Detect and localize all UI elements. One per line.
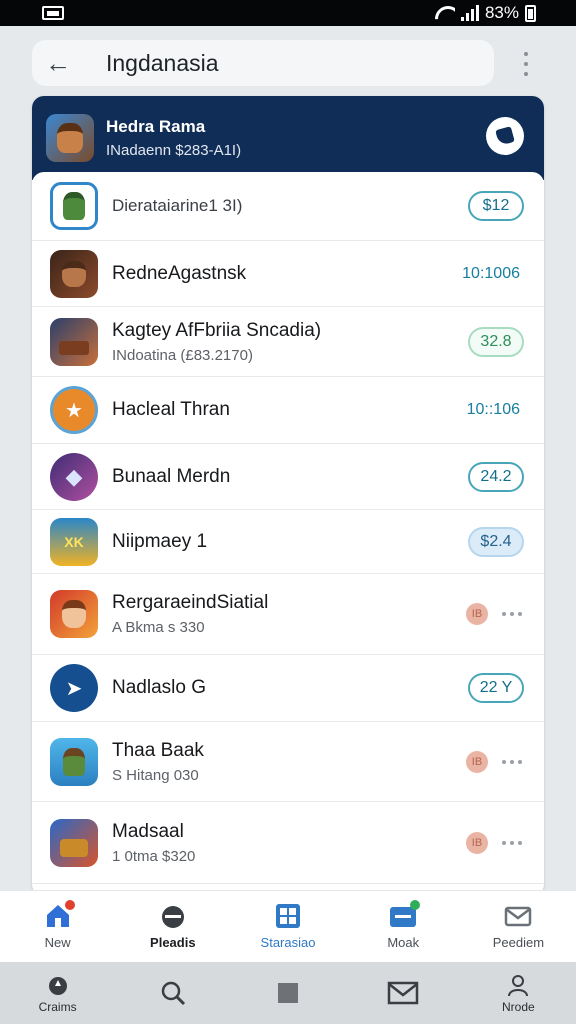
tab-pleadis[interactable]: Pleadis [115,891,230,962]
list-item[interactable]: Thaa Baak S Hitang 030 IB [32,722,544,802]
tab-label: Peediem [492,935,545,950]
battery-icon [525,4,536,22]
list-item[interactable]: Kagtey AfFbriia Sncadia) INdoatina (£83.… [32,307,544,377]
bottom-tab-bar: New Pleadis Starasiao Moak Peediem [0,890,576,962]
header-subtitle: INadaenn $283-A1I) [106,142,242,159]
list-item[interactable]: ★ Hacleal Thran 10::106 [32,377,544,444]
nav-search[interactable] [138,979,208,1007]
square-icon [277,983,298,1003]
edit-icon[interactable] [486,117,524,155]
price-badge[interactable]: 22 Y [468,673,524,703]
mail-icon [387,981,419,1005]
battery-text: 83% [484,3,519,22]
overflow-menu-icon[interactable] [516,50,536,78]
home-icon [44,900,75,929]
nav-label: Craims [38,999,77,1014]
status-badge: IB [466,603,488,625]
value-text: 10:1006 [462,264,520,282]
nav-mail[interactable] [368,980,438,1006]
gauge-icon [159,903,187,929]
tab-moak[interactable]: Moak [346,891,461,962]
battle-app-icon [50,317,98,366]
tab-new[interactable]: New [0,891,115,962]
wifi-icon [435,6,455,20]
price-badge[interactable]: 32.8 [468,326,524,357]
list-item[interactable]: ◆ Bunaal Merdn 24.2 [32,444,544,510]
list-item[interactable]: ➤ Nadlaslo G 22 Y [32,655,544,722]
nav-craims[interactable]: Craims [23,973,93,1014]
tab-label: Pleadis [150,935,196,950]
price-badge[interactable]: $2.4 [468,526,524,557]
mail-check-icon [504,903,532,929]
person-icon [508,974,529,996]
game-logo-app-icon: XK [50,517,98,566]
nav-home[interactable] [253,981,323,1005]
price-badge[interactable]: 24.2 [468,461,524,492]
bird-app-icon: ➤ [50,664,98,712]
status-bar: 83% [0,0,576,26]
drop-icon [48,976,67,995]
tab-starasiao[interactable]: Starasiao [230,891,345,962]
nav-label: Nrode [502,999,535,1014]
list-item[interactable]: Madsaal 1 0tma $320 IB [32,802,544,884]
status-badge: IB [466,750,488,773]
treasure-app-icon [50,818,98,867]
more-options-icon[interactable] [502,612,522,616]
header-app-icon [46,114,94,162]
featured-header[interactable]: Hedra Rama INadaenn $283-A1I) [32,96,544,180]
crystal-app-icon: ◆ [50,452,98,501]
heroine-app-icon [50,590,98,638]
grid-icon [274,903,302,929]
tab-label: Moak [387,935,420,950]
soldier-app-icon [50,182,98,230]
coin-app-icon: ★ [50,386,98,434]
list-item[interactable]: XK Niipmaey 1 $2.4 [32,510,544,574]
list-item[interactable]: RedneAgastnsk 10:1006 [32,241,544,307]
app-list-card: Hedra Rama INadaenn $283-A1I) Dierataiar… [32,96,544,896]
list-item[interactable]: RergaraeindSiatial A Bkma s 330 IB [32,574,544,655]
header-title: Hedra Rama [106,117,206,136]
more-options-icon[interactable] [502,840,522,845]
warrior-app-icon [50,249,98,298]
list-item[interactable]: Dierataiarine1 3I) $12 [32,172,544,241]
status-badge: IB [466,831,488,854]
value-text: 10::106 [466,401,520,418]
notification-icon [42,6,64,20]
system-nav-bar: Craims Nrode [0,962,576,1024]
more-options-icon[interactable] [502,759,522,764]
adventurer-app-icon [50,737,98,786]
tab-label: New [44,935,71,950]
signal-icon [460,5,479,21]
price-badge[interactable]: $12 [468,191,524,221]
nav-nrode[interactable]: Nrode [483,973,553,1014]
tab-peediem[interactable]: Peediem [461,891,576,962]
inbox-icon [389,900,421,929]
search-icon [161,981,185,1006]
back-arrow-icon[interactable]: ← [32,40,84,86]
page-title: Ingdanasia [106,49,219,76]
title-bar: ← Ingdanasia [32,40,494,86]
tab-label: Starasiao [260,935,316,950]
